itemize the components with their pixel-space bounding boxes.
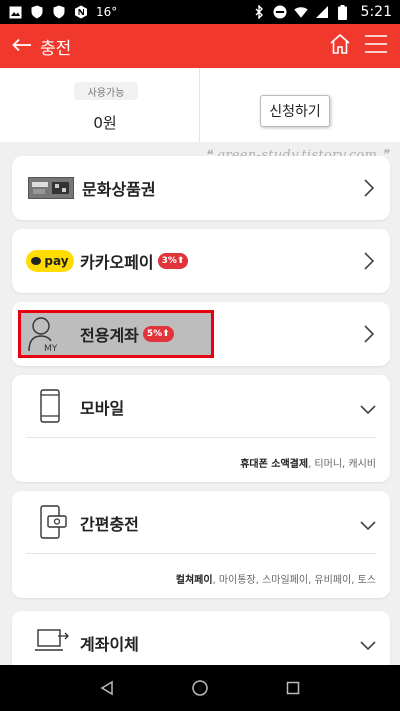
app-header: 충전 bbox=[0, 24, 400, 68]
my-label: MY bbox=[44, 344, 58, 353]
nav-home-icon bbox=[192, 680, 208, 696]
method-card-culture-voucher: 문화상품권 bbox=[12, 156, 390, 220]
person-my-icon: MY bbox=[28, 317, 58, 353]
method-description: 휴대폰 소액결제, 티머니, 캐시비 bbox=[240, 455, 376, 470]
easy-pay-phone-icon bbox=[40, 505, 67, 539]
divider bbox=[26, 437, 376, 438]
back-button[interactable]: 충전 bbox=[12, 34, 71, 59]
nav-back-icon bbox=[100, 680, 113, 696]
chevron-down-icon bbox=[360, 641, 376, 651]
description-main: 휴대폰 소액결제 bbox=[240, 459, 309, 470]
chevron-right-icon bbox=[364, 252, 375, 270]
available-badge: 사용가능 bbox=[74, 82, 138, 100]
method-mobile[interactable]: 모바일 bbox=[12, 375, 390, 439]
method-title: 계좌이체 bbox=[80, 635, 139, 654]
system-nav-bar bbox=[0, 665, 400, 711]
method-card-dedicated-account: MY 전용계좌 5%⬆ bbox=[12, 302, 390, 366]
page-title: 충전 bbox=[40, 38, 72, 59]
method-title: 문화상품권 bbox=[82, 180, 156, 199]
nav-recents-button[interactable] bbox=[273, 668, 313, 708]
method-description: 컬쳐페이, 마이통장, 스마일페이, 유비페이, 토스 bbox=[176, 571, 376, 586]
voucher-icon bbox=[28, 177, 74, 199]
balance-section: 사용가능 0원 신청하기 bbox=[0, 68, 400, 142]
n-app-icon bbox=[74, 5, 88, 19]
status-bar: 16° 5:21 bbox=[0, 0, 400, 24]
method-easy-charge[interactable]: 간편충전 bbox=[12, 491, 390, 555]
signal-icon bbox=[315, 5, 329, 19]
kakaopay-icon: pay bbox=[26, 250, 74, 272]
apply-button[interactable]: 신청하기 bbox=[260, 95, 330, 127]
wifi-icon bbox=[293, 5, 308, 19]
method-dedicated-account[interactable]: MY 전용계좌 5%⬆ bbox=[12, 302, 390, 366]
laptop-transfer-icon bbox=[35, 629, 69, 651]
method-card-easy-charge: 간편충전 컬쳐페이, 마이통장, 스마일페이, 유비페이, 토스 bbox=[12, 491, 390, 598]
method-title: 전용계좌 bbox=[80, 326, 139, 345]
method-title: 간편충전 bbox=[80, 515, 139, 534]
nav-home-button[interactable] bbox=[180, 668, 220, 708]
temperature: 16° bbox=[96, 5, 118, 19]
description-rest: , 티머니, 캐시비 bbox=[308, 459, 376, 470]
kakaopay-pay-label: pay bbox=[44, 254, 69, 268]
chevron-right-icon bbox=[364, 179, 375, 197]
nav-back-button[interactable] bbox=[87, 668, 127, 708]
shield-icon bbox=[30, 5, 44, 19]
method-kakaopay[interactable]: pay 카카오페이 3%⬆ bbox=[12, 229, 390, 293]
available-balance: 사용가능 0원 bbox=[0, 68, 200, 142]
nav-recents-icon bbox=[287, 681, 300, 695]
balance-amount: 0원 bbox=[93, 114, 117, 132]
gallery-icon bbox=[8, 5, 22, 19]
menu-button[interactable] bbox=[362, 32, 390, 60]
method-culture-voucher[interactable]: 문화상품권 bbox=[12, 156, 390, 220]
method-title: 모바일 bbox=[80, 399, 125, 418]
battery-icon bbox=[336, 4, 350, 20]
home-icon bbox=[329, 33, 351, 59]
clock: 5:21 bbox=[360, 4, 392, 20]
divider bbox=[26, 553, 376, 554]
bonus-badge: 5%⬆ bbox=[142, 326, 174, 342]
chevron-right-icon bbox=[364, 325, 375, 343]
chevron-down-icon bbox=[360, 405, 376, 415]
method-card-mobile: 모바일 휴대폰 소액결제, 티머니, 캐시비 bbox=[12, 375, 390, 482]
do-not-disturb-icon bbox=[273, 5, 287, 19]
method-card-kakaopay: pay 카카오페이 3%⬆ bbox=[12, 229, 390, 293]
back-arrow-icon bbox=[12, 35, 32, 57]
mobile-phone-icon bbox=[40, 389, 60, 423]
chevron-down-icon bbox=[360, 521, 376, 531]
bluetooth-icon bbox=[252, 5, 266, 19]
description-main: 컬쳐페이 bbox=[175, 575, 213, 586]
chat-bubble-icon bbox=[31, 257, 42, 265]
menu-icon bbox=[364, 34, 388, 58]
method-title: 카카오페이 bbox=[80, 253, 154, 272]
bonus-badge: 3%⬆ bbox=[157, 253, 189, 269]
shield-icon bbox=[52, 5, 66, 19]
home-button[interactable] bbox=[326, 32, 354, 60]
description-rest: , 마이통장, 스마일페이, 유비페이, 토스 bbox=[212, 575, 376, 586]
